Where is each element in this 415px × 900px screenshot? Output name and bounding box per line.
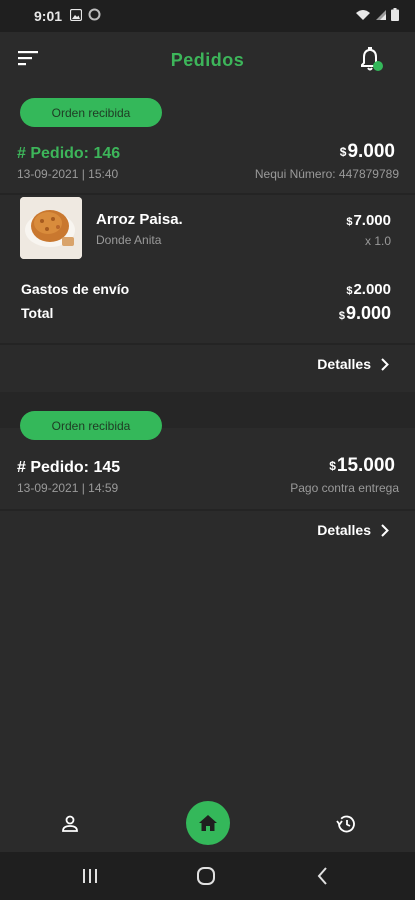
battery-icon — [391, 8, 399, 24]
status-badge: Orden recibida — [20, 411, 162, 440]
order-date: 13-09-2021 | 15:40 — [17, 167, 119, 181]
system-nav-bar — [0, 852, 415, 900]
filter-icon[interactable] — [18, 50, 40, 70]
order-total: $9.000 — [339, 141, 395, 162]
recent-apps-icon[interactable] — [80, 866, 100, 886]
app-header: Pedidos — [0, 32, 415, 88]
divider — [0, 343, 415, 345]
shipping-label: Gastos de envío — [21, 281, 130, 297]
order-header[interactable]: # Pedido: 145 13-09-2021 | 14:59 $15.000… — [0, 455, 415, 509]
order-number: # Pedido: 146 — [17, 145, 121, 162]
details-button[interactable]: Detalles — [317, 356, 389, 372]
chevron-right-icon — [381, 523, 389, 537]
order-date: 13-09-2021 | 14:59 — [17, 481, 119, 495]
details-label: Detalles — [317, 356, 371, 372]
total-label: Total — [21, 305, 54, 321]
order-total: $15.000 — [329, 455, 395, 476]
signal-icon — [375, 8, 387, 24]
back-icon[interactable] — [313, 866, 333, 886]
bell-icon[interactable] — [357, 46, 385, 74]
gallery-icon — [69, 8, 83, 24]
item-name: Arroz Paisa. — [96, 211, 183, 228]
home-icon — [199, 815, 217, 831]
profile-icon[interactable] — [60, 814, 80, 834]
chevron-right-icon — [381, 357, 389, 371]
divider — [0, 509, 415, 511]
bottom-nav — [0, 790, 415, 852]
wifi-icon — [355, 8, 371, 24]
shipping-value: $2.000 — [346, 281, 391, 298]
sync-icon — [88, 8, 101, 24]
order-header[interactable]: # Pedido: 146 13-09-2021 | 15:40 $9.000 … — [0, 141, 415, 195]
status-badge: Orden recibida — [20, 98, 162, 127]
order-number: # Pedido: 145 — [17, 459, 121, 476]
payment-method: Pago contra entrega — [290, 481, 399, 495]
status-bar: 9:01 — [0, 0, 415, 32]
total-value: $9.000 — [338, 303, 391, 323]
item-image — [20, 197, 82, 259]
payment-method: Nequi Número: 447879789 — [254, 167, 399, 181]
page-title: Pedidos — [170, 49, 245, 70]
details-label: Detalles — [317, 522, 371, 538]
divider — [0, 193, 415, 195]
details-button[interactable]: Detalles — [317, 522, 389, 538]
item-price: $7.000 — [346, 212, 391, 229]
item-quantity: x 1.0 — [364, 234, 391, 248]
history-icon[interactable] — [335, 813, 357, 835]
item-restaurant: Donde Anita — [96, 233, 162, 247]
home-system-icon[interactable] — [196, 866, 216, 886]
status-time: 9:01 — [34, 8, 63, 24]
home-button[interactable] — [186, 801, 230, 845]
